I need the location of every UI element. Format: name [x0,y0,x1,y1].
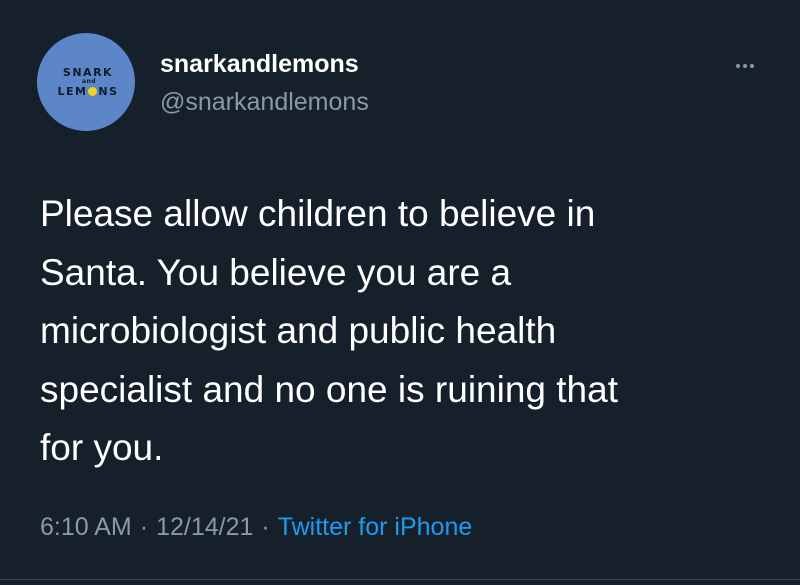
user-handle[interactable]: @snarkandlemons [160,88,369,117]
tweet-source-link[interactable]: Twitter for iPhone [278,513,473,542]
more-options-icon[interactable] [727,56,763,76]
more-dot-icon [736,64,740,68]
logo-text-bottom-end: NS [98,85,119,98]
tweet-time[interactable]: 6:10 AM [40,513,132,542]
tweet: SNARK and LEM NS snarkandlemons @snarkan… [0,0,800,585]
logo-text-top: SNARK [62,66,114,79]
tweet-meta: 6:10 AM · 12/14/21 · Twitter for iPhone [40,513,472,542]
tweet-text: Please allow children to believe in Sant… [40,193,618,468]
logo-text-bottom-start: LEM [57,85,88,98]
more-dot-icon [743,64,747,68]
display-name[interactable]: snarkandlemons [160,50,359,79]
more-dot-icon [750,64,754,68]
meta-separator: · [261,513,270,541]
logo-text-bottom: LEM NS [57,86,118,97]
avatar[interactable]: SNARK and LEM NS [37,33,135,131]
lemon-icon [88,87,98,96]
divider [0,579,800,580]
meta-separator: · [139,513,149,541]
tweet-date[interactable]: 12/14/21 [156,513,253,542]
